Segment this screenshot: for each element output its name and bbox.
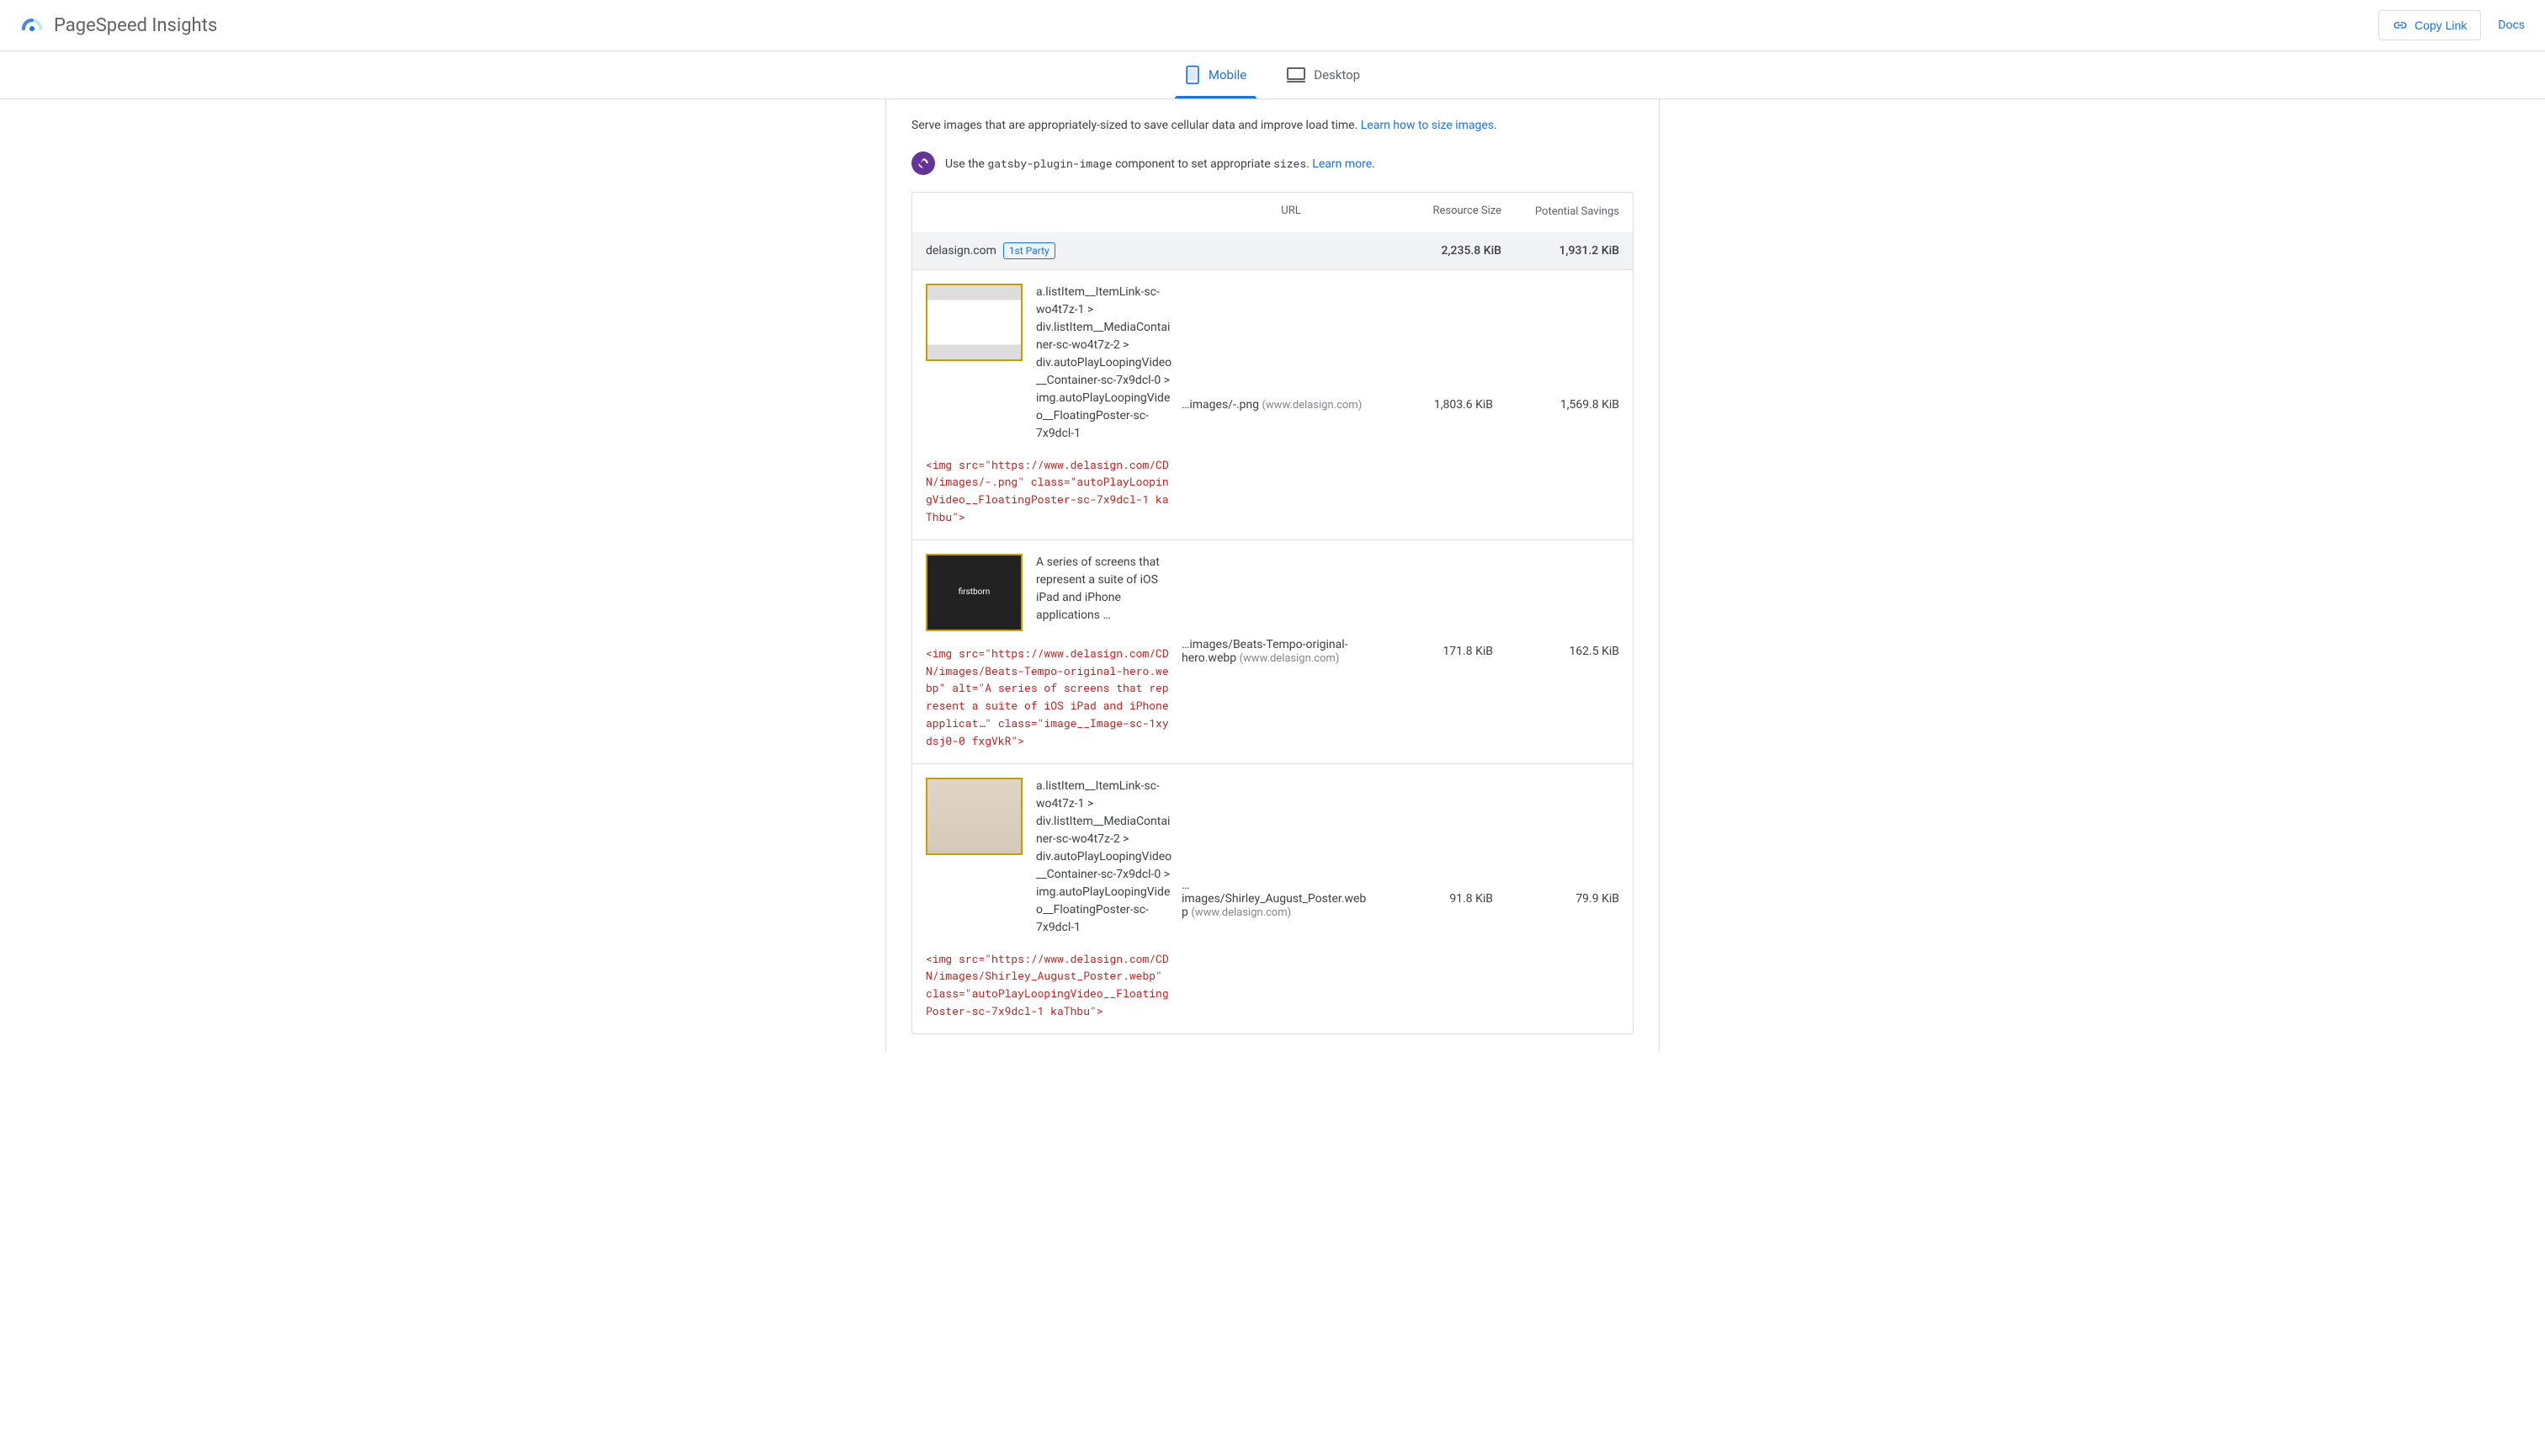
size-cell: 1,803.6 KiB	[1375, 398, 1493, 412]
table-container: URL Resource Size Potential Savings dela…	[911, 192, 1634, 1034]
copy-link-button[interactable]: Copy Link	[2378, 10, 2481, 40]
alt-text: A series of screens that represent a sui…	[1036, 554, 1173, 624]
css-selector: a.listItem__ItemLink-sc-wo4t7z-1 > div.l…	[1036, 778, 1173, 937]
url-domain: (www.delasign.com)	[1262, 399, 1362, 412]
table-row: a.listItem__ItemLink-sc-wo4t7z-1 > div.l…	[912, 269, 1633, 539]
savings-cell: 1,569.8 KiB	[1501, 398, 1619, 412]
size-cell: 91.8 KiB	[1375, 892, 1493, 906]
savings-cell: 162.5 KiB	[1501, 645, 1619, 658]
table-row: firstborn A series of screens that repre…	[912, 539, 1633, 763]
table-header: URL Resource Size Potential Savings	[912, 193, 1633, 231]
html-snippet: <img src="https://www.delasign.com/CDN/i…	[926, 950, 1173, 1020]
docs-link[interactable]: Docs	[2498, 19, 2525, 32]
gatsby-icon	[911, 151, 935, 175]
serve-images-desc: Serve images that are appropriately-size…	[911, 119, 1361, 132]
desktop-icon	[1287, 67, 1305, 82]
content-panel: Serve images that are appropriately-size…	[885, 99, 1660, 1051]
tab-desktop[interactable]: Desktop	[1267, 51, 1380, 98]
domain-savings: 1,931.2 KiB	[1501, 244, 1619, 258]
header: PageSpeed Insights Copy Link Docs	[0, 0, 2545, 51]
url-cell: …images/-.png (www.delasign.com)	[1182, 398, 1367, 412]
learn-size-images-link[interactable]: Learn how to size images	[1361, 119, 1494, 132]
image-thumbnail[interactable]	[926, 284, 1023, 361]
table-row: a.listItem__ItemLink-sc-wo4t7z-1 > div.l…	[912, 763, 1633, 1034]
th-potential-savings: Potential Savings	[1501, 205, 1619, 220]
html-snippet: <img src="https://www.delasign.com/CDN/i…	[926, 645, 1173, 750]
url-cell: …images/Shirley_August_Poster.webp (www.…	[1182, 879, 1367, 919]
size-cell: 171.8 KiB	[1375, 645, 1493, 658]
image-details: a.listItem__ItemLink-sc-wo4t7z-1 > div.l…	[926, 778, 1173, 1020]
party-badge: 1st Party	[1003, 242, 1055, 259]
url-path: …images/-.png	[1182, 398, 1259, 412]
domain-row: delasign.com 1st Party 2,235.8 KiB 1,931…	[912, 232, 1633, 269]
header-left: PageSpeed Insights	[20, 13, 217, 37]
th-url: URL	[1198, 205, 1384, 220]
tab-mobile[interactable]: Mobile	[1165, 51, 1267, 98]
url-cell: …images/Beats-Tempo-original-hero.webp (…	[1182, 638, 1367, 665]
image-details: a.listItem__ItemLink-sc-wo4t7z-1 > div.l…	[926, 284, 1173, 526]
tab-mobile-label: Mobile	[1209, 67, 1246, 82]
tabs: Mobile Desktop	[0, 51, 2545, 99]
link-icon	[2393, 18, 2408, 33]
url-domain: (www.delasign.com)	[1240, 652, 1340, 665]
th-resource-size: Resource Size	[1384, 205, 1501, 220]
image-thumbnail[interactable]: firstborn	[926, 554, 1023, 631]
gatsby-learn-more-link[interactable]: Learn more	[1312, 157, 1372, 171]
domain-size: 2,235.8 KiB	[1384, 244, 1501, 258]
url-domain: (www.delasign.com)	[1191, 906, 1291, 919]
gatsby-row: Use the gatsby-plugin-image component to…	[911, 151, 1634, 175]
savings-cell: 79.9 KiB	[1501, 892, 1619, 906]
header-right: Copy Link Docs	[2378, 10, 2525, 40]
html-snippet: <img src="https://www.delasign.com/CDN/i…	[926, 456, 1173, 526]
image-details: firstborn A series of screens that repre…	[926, 554, 1173, 750]
serve-images-text: Serve images that are appropriately-size…	[911, 116, 1634, 135]
gatsby-text: Use the gatsby-plugin-image component to…	[945, 156, 1375, 171]
main: Serve images that are appropriately-size…	[869, 99, 1676, 1051]
logo-icon	[20, 13, 44, 37]
image-thumbnail[interactable]	[926, 778, 1023, 855]
domain-name-cell: delasign.com 1st Party	[926, 242, 1198, 259]
tab-desktop-label: Desktop	[1314, 67, 1360, 82]
copy-link-label: Copy Link	[2415, 19, 2467, 32]
css-selector: a.listItem__ItemLink-sc-wo4t7z-1 > div.l…	[1036, 284, 1173, 443]
mobile-icon	[1185, 65, 1200, 85]
domain-name: delasign.com	[926, 244, 996, 258]
logo-text[interactable]: PageSpeed Insights	[54, 15, 217, 36]
